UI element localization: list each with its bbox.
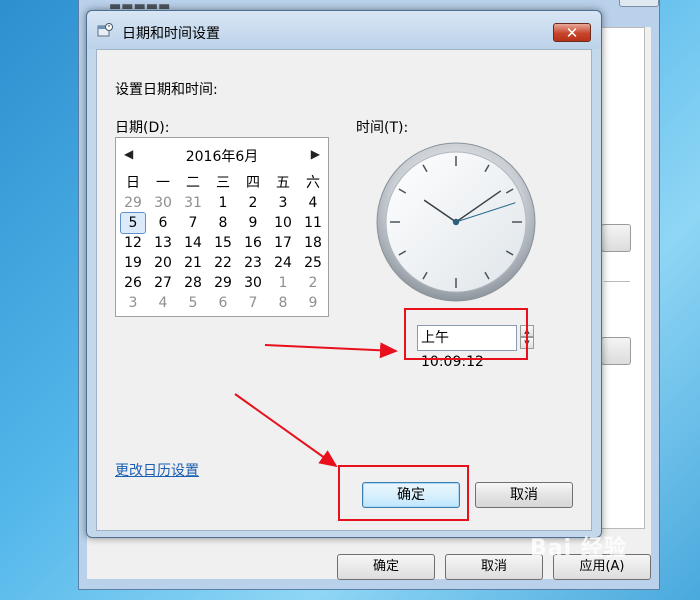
calendar-day-selected[interactable]: 5: [120, 212, 146, 234]
calendar-day[interactable]: 27: [148, 273, 178, 293]
calendar-day[interactable]: 22: [208, 253, 238, 273]
ok-highlight-box: [338, 465, 469, 521]
calendar-day[interactable]: 29: [208, 273, 238, 293]
calendar-day[interactable]: 4: [298, 193, 328, 213]
calendar-day[interactable]: 3: [118, 293, 148, 313]
close-icon: ✕: [565, 24, 579, 42]
calendar-day[interactable]: 3: [268, 193, 298, 213]
calendar-day[interactable]: 7: [178, 213, 208, 233]
calendar-day-grid: 日一二三四五六 29 30 31 1 2 3 4 5 6 7 8 9 10 11 12 13 14 15 16 17 18…: [118, 173, 328, 313]
calendar-day[interactable]: 13: [148, 233, 178, 253]
background-window-control[interactable]: [619, 0, 659, 7]
calendar-day[interactable]: 8: [268, 293, 298, 313]
background-ok-button[interactable]: 确定: [337, 554, 435, 580]
close-button[interactable]: ✕: [553, 23, 591, 42]
background-side-button[interactable]: [601, 224, 631, 252]
calendar-day[interactable]: 7: [238, 293, 268, 313]
calendar-day[interactable]: 12: [118, 233, 148, 253]
calendar-day[interactable]: 30: [238, 273, 268, 293]
calendar-day[interactable]: 15: [208, 233, 238, 253]
title-bar[interactable]: 日期和时间设置 ✕: [87, 11, 601, 49]
date-time-app-icon: [97, 23, 113, 37]
calendar-day[interactable]: 4: [148, 293, 178, 313]
calendar-day[interactable]: 2: [298, 273, 328, 293]
analog-clock: [376, 142, 536, 302]
calendar-day[interactable]: 20: [148, 253, 178, 273]
dialog-client: 设置日期和时间: 日期(D): 时间(T): ◀ 2016年6月 ▶ 日一二三四…: [96, 49, 592, 531]
calendar-day[interactable]: 5: [178, 293, 208, 313]
calendar-day[interactable]: 1: [208, 193, 238, 213]
calendar-day[interactable]: 29: [118, 193, 148, 213]
time-label: 时间(T):: [356, 120, 409, 136]
calendar-day[interactable]: 31: [178, 193, 208, 213]
background-side-button[interactable]: [601, 337, 631, 365]
weekday-header: 一: [156, 175, 170, 191]
weekday-header: 四: [246, 175, 260, 191]
weekday-header: 六: [306, 175, 320, 191]
weekday-header: 五: [276, 175, 290, 191]
time-highlight-box: [404, 308, 528, 360]
calendar-day[interactable]: 8: [208, 213, 238, 233]
calendar-day[interactable]: 18: [298, 233, 328, 253]
calendar-day[interactable]: 11: [298, 213, 328, 233]
cancel-button[interactable]: 取消: [475, 482, 573, 508]
calendar-day[interactable]: 19: [118, 253, 148, 273]
next-month-icon[interactable]: ▶: [311, 147, 320, 161]
calendar-day[interactable]: 2: [238, 193, 268, 213]
month-calendar[interactable]: ◀ 2016年6月 ▶ 日一二三四五六 29 30 31 1 2 3 4 5 6 7 8 9 10 11 12…: [115, 137, 329, 317]
calendar-day[interactable]: 23: [238, 253, 268, 273]
watermark: Bai 经验: [530, 536, 627, 561]
calendar-day[interactable]: 16: [238, 233, 268, 253]
weekday-header: 日: [126, 175, 140, 191]
change-calendar-settings-link[interactable]: 更改日历设置: [115, 460, 199, 480]
background-divider: [604, 281, 630, 282]
calendar-day[interactable]: 21: [178, 253, 208, 273]
settings-heading: 设置日期和时间:: [115, 82, 218, 98]
calendar-day[interactable]: 14: [178, 233, 208, 253]
calendar-month-title[interactable]: 2016年6月: [116, 146, 328, 166]
calendar-day[interactable]: 26: [118, 273, 148, 293]
calendar-day[interactable]: 17: [268, 233, 298, 253]
date-label: 日期(D):: [115, 120, 170, 136]
calendar-day[interactable]: 10: [268, 213, 298, 233]
calendar-day[interactable]: 6: [208, 293, 238, 313]
dialog-title: 日期和时间设置: [122, 26, 220, 42]
calendar-day[interactable]: 24: [268, 253, 298, 273]
calendar-day[interactable]: 25: [298, 253, 328, 273]
weekday-header: 二: [186, 175, 200, 191]
calendar-day[interactable]: 9: [238, 213, 268, 233]
weekday-header: 三: [216, 175, 230, 191]
calendar-day[interactable]: 30: [148, 193, 178, 213]
calendar-day[interactable]: 9: [298, 293, 328, 313]
calendar-day[interactable]: 28: [178, 273, 208, 293]
date-time-settings-dialog: 日期和时间设置 ✕ 设置日期和时间: 日期(D): 时间(T): ◀ 2016年…: [86, 10, 602, 538]
calendar-day[interactable]: 1: [268, 273, 298, 293]
background-cancel-button[interactable]: 取消: [445, 554, 543, 580]
calendar-day[interactable]: 6: [148, 213, 178, 233]
